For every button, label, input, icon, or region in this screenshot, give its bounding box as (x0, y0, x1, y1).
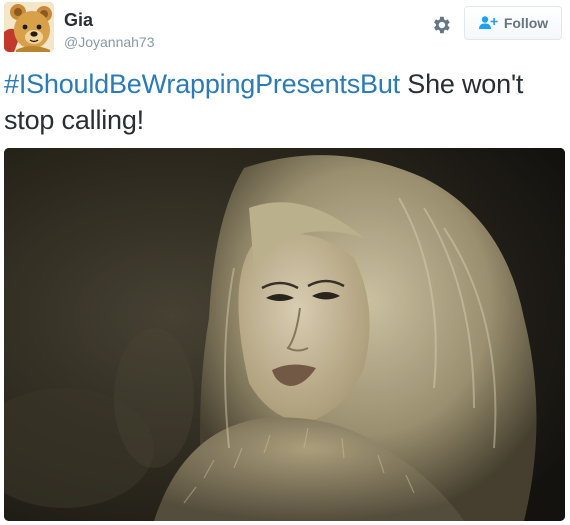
gear-icon[interactable] (430, 14, 452, 36)
follow-button-label: Follow (503, 15, 549, 31)
tweet-text: #IShouldBeWrappingPresentsBut She won't … (4, 66, 564, 138)
user-display-name[interactable]: Gia (64, 10, 93, 30)
tweet-card: Gia @Joyannah73 Follow #IShouldBeWrappin… (0, 0, 570, 525)
avatar[interactable] (4, 2, 54, 52)
teddy-bear-avatar-image (4, 2, 54, 52)
tweet-header: Gia @Joyannah73 Follow (0, 0, 570, 60)
tweet-media-photo[interactable] (4, 148, 565, 521)
hashtag-link[interactable]: #IShouldBeWrappingPresentsBut (4, 69, 400, 99)
follow-user-plus-icon (478, 16, 498, 29)
follow-button[interactable]: Follow (464, 6, 562, 40)
user-handle[interactable]: @Joyannah73 (64, 34, 155, 50)
woman-portrait-image (4, 148, 565, 521)
